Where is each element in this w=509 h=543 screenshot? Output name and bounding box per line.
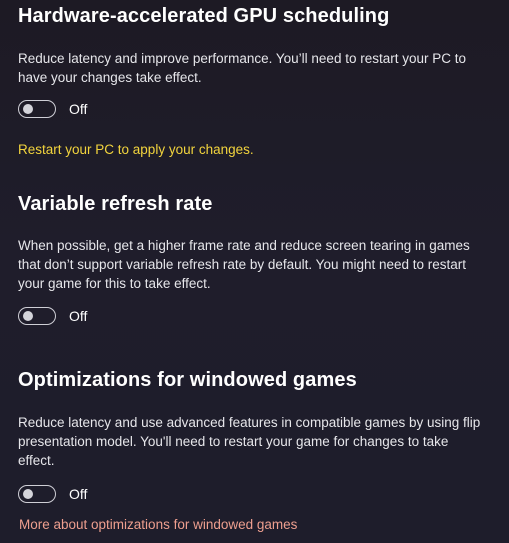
variable-refresh-rate-toggle-state: Off [69, 308, 88, 324]
gpu-scheduling-toggle-state: Off [69, 101, 88, 117]
gpu-scheduling-title: Hardware-accelerated GPU scheduling [18, 5, 390, 27]
windowed-games-description: Reduce latency and use advanced features… [18, 415, 481, 468]
variable-refresh-rate-description: When possible, get a higher frame rate a… [18, 238, 470, 291]
variable-refresh-rate-title: Variable refresh rate [18, 193, 213, 215]
windowed-games-toggle[interactable] [18, 485, 56, 503]
variable-refresh-rate-toggle-row: Off [18, 306, 87, 326]
restart-notice: Restart your PC to apply your changes. [18, 142, 254, 157]
windowed-games-toggle-state: Off [69, 486, 88, 502]
windowed-games-title: Optimizations for windowed games [18, 369, 357, 391]
gpu-scheduling-toggle[interactable] [18, 100, 56, 118]
toggle-knob-icon [23, 104, 33, 114]
gpu-scheduling-toggle-row: Off [18, 99, 87, 119]
windowed-games-learn-more-link[interactable]: More about optimizations for windowed ga… [19, 516, 297, 534]
variable-refresh-rate-toggle[interactable] [18, 307, 56, 325]
windowed-games-toggle-row: Off [18, 484, 87, 504]
gpu-scheduling-description: Reduce latency and improve performance. … [18, 51, 466, 85]
toggle-knob-icon [23, 489, 33, 499]
toggle-knob-icon [23, 311, 33, 321]
